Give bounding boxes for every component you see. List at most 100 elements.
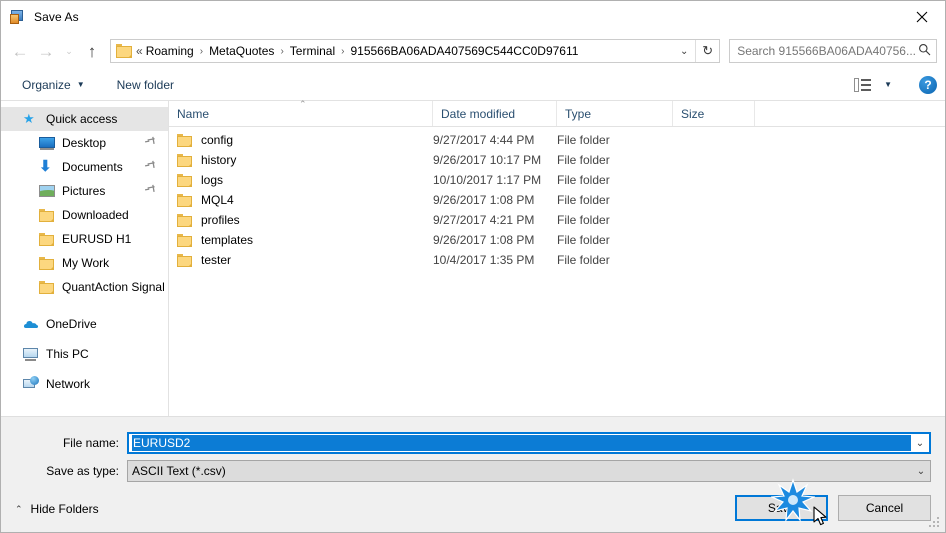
documents-download-icon: ⬇ <box>39 158 52 175</box>
chevron-down-icon: ▼ <box>884 80 892 89</box>
dialog-body: ★ Quick access Desktop ⬇ Documents Pictu… <box>1 99 945 416</box>
folder-icon <box>177 153 192 167</box>
pin-icon[interactable] <box>142 181 159 199</box>
help-button[interactable]: ? <box>919 75 937 94</box>
back-button[interactable]: ← <box>7 38 33 64</box>
list-view-icon <box>854 77 872 92</box>
folder-icon <box>116 44 132 58</box>
help-label: ? <box>924 77 932 92</box>
sidebar-item-label: OneDrive <box>46 317 97 331</box>
save-as-dialog: Save As ← → ⌄ ↑ « › <box>0 0 946 533</box>
save-as-app-icon <box>10 9 26 25</box>
sidebar-item-my-work[interactable]: My Work <box>1 251 168 275</box>
navigation-bar: ← → ⌄ ↑ « › Roaming › MetaQuotes › <box>1 33 945 69</box>
hide-folders-button[interactable]: ⌃ Hide Folders <box>15 502 99 516</box>
address-dropdown-icon[interactable]: ⌄ <box>673 46 695 57</box>
file-name-cell: config <box>169 133 433 147</box>
folder-icon <box>177 213 192 227</box>
save-label: Save <box>767 501 796 515</box>
sidebar-item-label: EURUSD H1 <box>62 232 132 246</box>
breadcrumb-item-metaquotes[interactable]: MetaQuotes <box>208 44 275 58</box>
up-arrow-icon: ↑ <box>87 41 97 61</box>
new-folder-button[interactable]: New folder <box>110 74 181 96</box>
command-toolbar: Organize ▼ New folder ▼ ? <box>1 69 945 101</box>
breadcrumb-separator-1[interactable]: › <box>195 46 208 57</box>
organize-label: Organize <box>22 77 71 92</box>
address-bar[interactable]: « › Roaming › MetaQuotes › Terminal › 91… <box>110 39 721 63</box>
sidebar-item-quantaction-signal[interactable]: QuantAction Signal <box>1 275 168 299</box>
organize-button[interactable]: Organize ▼ <box>15 74 92 96</box>
refresh-icon[interactable]: ↻ <box>695 40 719 62</box>
sidebar-item-this-pc[interactable]: This PC <box>1 342 168 366</box>
file-type: File folder <box>557 133 610 147</box>
search-box[interactable]: Search 915566BA06ADA40756... <box>729 39 937 63</box>
up-button[interactable]: ↑ <box>79 38 105 64</box>
breadcrumb-item-terminal-id[interactable]: 915566BA06ADA407569C544CC0D97611 <box>349 44 579 58</box>
table-row[interactable]: profiles 9/27/2017 4:21 PM File folder <box>169 210 945 230</box>
column-header-name[interactable]: Name ⌃ <box>169 99 433 126</box>
folder-icon <box>39 279 55 295</box>
save-button[interactable]: Save <box>735 495 828 521</box>
search-input[interactable]: Search 915566BA06ADA40756... <box>737 44 916 58</box>
dialog-buttons: Save Cancel <box>735 495 931 521</box>
file-type: File folder <box>557 173 610 187</box>
table-row[interactable]: history 9/26/2017 10:17 PM File folder <box>169 150 945 170</box>
table-row[interactable]: config 9/27/2017 4:44 PM File folder <box>169 130 945 150</box>
view-options-button[interactable]: ▼ <box>847 74 899 96</box>
sidebar-item-downloaded[interactable]: Downloaded <box>1 203 168 227</box>
sort-ascending-icon: ⌃ <box>299 99 307 109</box>
table-row[interactable]: logs 10/10/2017 1:17 PM File folder <box>169 170 945 190</box>
cancel-button[interactable]: Cancel <box>838 495 931 521</box>
sidebar-item-label: Quick access <box>46 112 118 126</box>
sidebar-item-onedrive[interactable]: OneDrive <box>1 312 168 336</box>
file-date: 9/26/2017 1:08 PM <box>433 193 535 207</box>
breadcrumb-item-terminal[interactable]: Terminal <box>289 44 336 58</box>
column-header-type[interactable]: Type <box>557 101 673 126</box>
file-name: templates <box>201 233 254 247</box>
sidebar-item-network[interactable]: Network <box>1 372 168 396</box>
file-name-cell: logs <box>169 173 433 187</box>
sidebar-item-eurusd-h1[interactable]: EURUSD H1 <box>1 227 168 251</box>
filetype-select[interactable]: ASCII Text (*.csv) ⌄ <box>127 460 931 482</box>
pin-icon[interactable] <box>142 157 159 175</box>
table-row[interactable]: MQL4 9/26/2017 1:08 PM File folder <box>169 190 945 210</box>
file-name: profiles <box>201 213 240 227</box>
file-name: config <box>201 133 234 147</box>
resize-grip[interactable] <box>929 517 941 529</box>
folder-icon <box>177 133 192 147</box>
breadcrumb-separator-2[interactable]: › <box>275 46 288 57</box>
recent-locations-button[interactable]: ⌄ <box>59 38 79 64</box>
sidebar-item-pictures[interactable]: Pictures <box>1 179 168 203</box>
sidebar-item-documents[interactable]: ⬇ Documents <box>1 155 168 179</box>
sidebar-item-label: Network <box>46 377 91 391</box>
pictures-icon <box>39 183 55 199</box>
column-header-date-modified[interactable]: Date modified <box>433 101 557 126</box>
forward-button[interactable]: → <box>33 38 59 64</box>
column-header-size[interactable]: Size <box>673 101 755 126</box>
filename-input[interactable]: EURUSD2 ⌄ <box>127 432 931 454</box>
table-row[interactable]: templates 9/26/2017 1:08 PM File folder <box>169 230 945 250</box>
sidebar-item-label: My Work <box>62 256 110 270</box>
breadcrumb-separator-3[interactable]: › <box>336 46 349 57</box>
file-type: File folder <box>557 153 610 167</box>
folder-icon <box>39 207 55 223</box>
title-bar: Save As <box>1 1 945 33</box>
file-type: File folder <box>557 213 610 227</box>
chevron-down-icon[interactable]: ⌄ <box>912 466 930 477</box>
filename-row: File name: EURUSD2 ⌄ <box>1 432 945 454</box>
file-name-cell: templates <box>169 233 433 247</box>
chevron-up-icon: ⌃ <box>15 503 23 514</box>
close-icon[interactable] <box>899 1 945 32</box>
breadcrumb-overflow[interactable]: « <box>136 44 145 58</box>
chevron-down-icon[interactable]: ⌄ <box>911 438 929 449</box>
folder-icon <box>177 193 192 207</box>
sidebar-item-desktop[interactable]: Desktop <box>1 131 168 155</box>
file-rows: config 9/27/2017 4:44 PM File folder his… <box>169 127 945 416</box>
pin-icon[interactable] <box>142 133 159 151</box>
table-row[interactable]: tester 10/4/2017 1:35 PM File folder <box>169 250 945 270</box>
file-date: 9/27/2017 4:44 PM <box>433 133 535 147</box>
filetype-row: Save as type: ASCII Text (*.csv) ⌄ <box>1 460 945 482</box>
breadcrumb-item-roaming[interactable]: Roaming <box>145 44 195 58</box>
sidebar-item-quick-access[interactable]: ★ Quick access <box>1 107 168 131</box>
chevron-down-icon: ▼ <box>76 80 85 89</box>
